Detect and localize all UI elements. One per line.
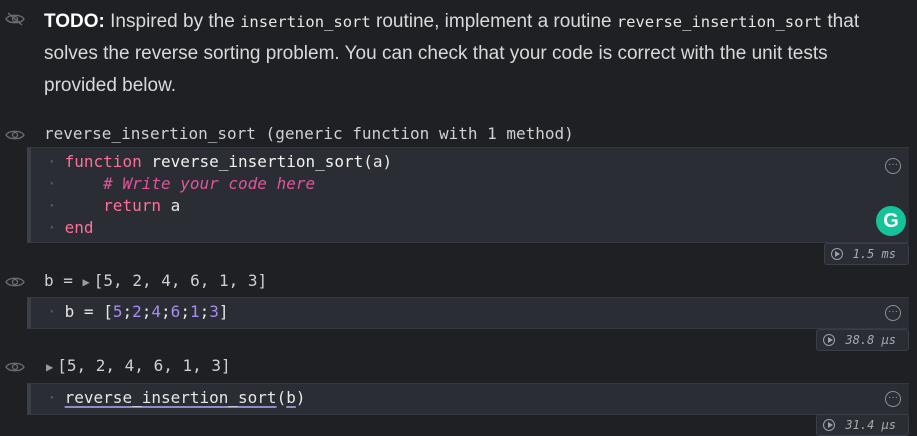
run-time: 1.5 ms	[852, 247, 896, 261]
run-time-badge[interactable]: 1.5 ms	[823, 243, 909, 265]
code-editor[interactable]: · reverse_insertion_sort(b)	[47, 387, 305, 409]
code-cell-b[interactable]: · b = [5;2;4;6;1;3] ···	[27, 297, 909, 329]
inline-code: reverse_insertion_sort	[616, 13, 823, 31]
run-icon[interactable]	[823, 334, 836, 346]
cell-output: ▶ [5, 2, 4, 6, 1, 3]	[46, 356, 231, 375]
code-cell-reverse-insertion-sort[interactable]: · function reverse_insertion_sort(a) · # …	[27, 147, 909, 243]
run-time-badge[interactable]: 31.4 μs	[816, 414, 909, 436]
eye-off-icon[interactable]	[5, 12, 25, 26]
run-time: 31.4 μs	[845, 418, 896, 432]
variable: b	[64, 302, 75, 321]
call-argument: b	[286, 388, 296, 407]
markdown-text: routine, implement a routine	[370, 11, 617, 32]
run-icon[interactable]	[823, 419, 836, 431]
run-time-badge[interactable]: 38.8 μs	[816, 329, 909, 351]
keyword: return	[103, 196, 161, 215]
eye-icon[interactable]	[5, 128, 25, 142]
array-value: 4	[151, 302, 162, 321]
run-icon[interactable]	[830, 248, 843, 260]
expand-triangle-icon[interactable]: ▶	[46, 360, 53, 374]
array-value: 2	[132, 302, 142, 321]
operator: =	[83, 302, 94, 321]
more-options-icon[interactable]: ···	[885, 158, 901, 174]
array-value: 3	[209, 302, 219, 321]
output-array: [5, 2, 4, 6, 1, 3]	[93, 271, 268, 290]
keyword: end	[64, 218, 94, 237]
code-editor[interactable]: · b = [5;2;4;6;1;3]	[47, 301, 229, 323]
code-cell-call[interactable]: · reverse_insertion_sort(b) ···	[27, 383, 909, 415]
inline-code: insertion_sort	[240, 13, 371, 31]
array-value: 6	[170, 302, 181, 321]
eye-icon[interactable]	[5, 275, 25, 289]
output-variable: b =	[44, 271, 73, 290]
more-options-icon[interactable]: ···	[885, 391, 901, 407]
grammarly-icon[interactable]: G	[876, 206, 906, 236]
function-call: reverse_insertion_sort	[64, 388, 277, 407]
keyword: function	[64, 152, 142, 171]
function-name: reverse_insertion_sort	[151, 152, 364, 171]
code-editor[interactable]: · function reverse_insertion_sort(a) · # …	[47, 151, 392, 239]
run-time: 38.8 μs	[845, 333, 896, 347]
cell-output: reverse_insertion_sort (generic function…	[44, 124, 574, 143]
expand-triangle-icon[interactable]: ▶	[83, 275, 90, 289]
more-options-icon[interactable]: ···	[885, 305, 901, 321]
todo-label: TODO:	[44, 11, 105, 32]
return-value: a	[170, 196, 181, 215]
markdown-text: Inspired by the	[104, 11, 241, 32]
array-value: 5	[112, 302, 123, 321]
array-value: 1	[189, 302, 200, 321]
markdown-cell: TODO: Inspired by the insertion_sort rou…	[44, 6, 904, 102]
code-comment: # Write your code here	[103, 174, 316, 193]
function-args: (a)	[363, 152, 393, 171]
eye-icon[interactable]	[5, 360, 25, 374]
output-array: [5, 2, 4, 6, 1, 3]	[57, 356, 231, 375]
cell-output: b = ▶ [5, 2, 4, 6, 1, 3]	[44, 271, 267, 290]
